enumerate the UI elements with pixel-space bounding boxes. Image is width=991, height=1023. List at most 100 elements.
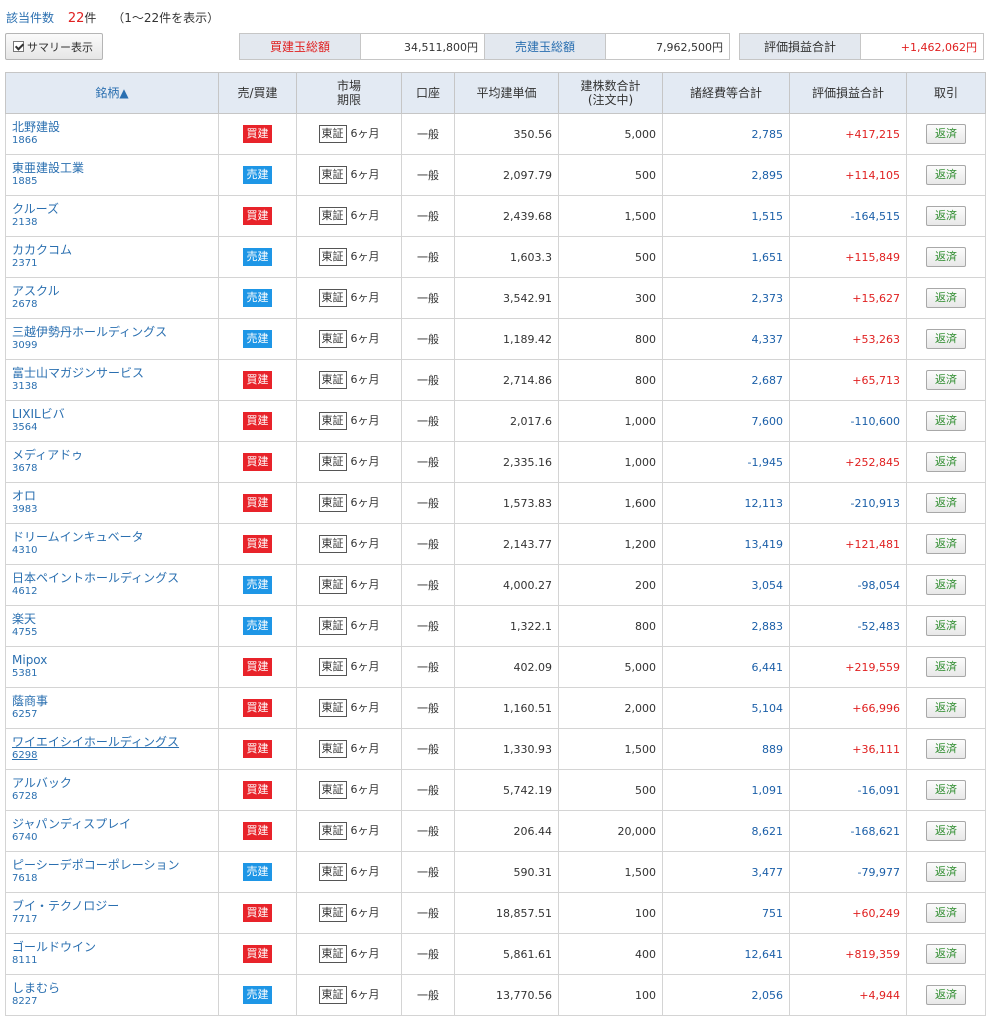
symbol-name-link[interactable]: アルバック [12, 777, 218, 790]
summary-toggle-button[interactable]: サマリー表示 [5, 33, 103, 60]
pl-cell: +4,944 [789, 974, 907, 1016]
symbol-code-link[interactable]: 4310 [12, 544, 218, 557]
symbol-code-link[interactable]: 1885 [12, 175, 218, 188]
close-position-button[interactable]: 返済 [926, 493, 966, 513]
close-position-button[interactable]: 返済 [926, 862, 966, 882]
close-position-button[interactable]: 返済 [926, 616, 966, 636]
close-position-button[interactable]: 返済 [926, 944, 966, 964]
avg-price-cell: 1,322.1 [454, 605, 559, 647]
symbol-name-link[interactable]: LIXILビバ [12, 408, 218, 421]
market-cell: 東証 6ヶ月 [296, 236, 402, 278]
symbol-name-link[interactable]: 三越伊勢丹ホールディングス [12, 326, 218, 339]
symbol-name-link[interactable]: アスクル [12, 285, 218, 298]
close-position-button[interactable]: 返済 [926, 739, 966, 759]
close-position-button[interactable]: 返済 [926, 370, 966, 390]
symbol-name-link[interactable]: 蔭商事 [12, 695, 218, 708]
market-cell: 東証 6ヶ月 [296, 359, 402, 401]
side-badge: 買建 [243, 781, 272, 799]
symbol-code-link[interactable]: 6257 [12, 708, 218, 721]
avg-price-cell: 2,439.68 [454, 195, 559, 237]
pl-cell: -52,483 [789, 605, 907, 647]
symbol-code-link[interactable]: 4612 [12, 585, 218, 598]
qty-cell: 500 [558, 236, 663, 278]
table-row: ワイエイシイホールディングス 6298 買建 東証 6ヶ月 一般 1,330.93 1,500… [5, 728, 986, 770]
trade-cell: 返済 [906, 851, 986, 893]
close-position-button[interactable]: 返済 [926, 411, 966, 431]
close-position-button[interactable]: 返済 [926, 452, 966, 472]
market-cell: 東証 6ヶ月 [296, 851, 402, 893]
symbol-code-link[interactable]: 5381 [12, 667, 218, 680]
avg-price-cell: 1,573.83 [454, 482, 559, 524]
symbol-code-link[interactable]: 2371 [12, 257, 218, 270]
symbol-name-link[interactable]: 楽天 [12, 613, 218, 626]
symbol-name-link[interactable]: ゴールドウイン [12, 941, 218, 954]
symbol-name-link[interactable]: ジャパンディスプレイ [12, 818, 218, 831]
close-position-button[interactable]: 返済 [926, 821, 966, 841]
close-position-button[interactable]: 返済 [926, 124, 966, 144]
symbol-name-link[interactable]: 日本ペイントホールディングス [12, 572, 218, 585]
table-row: 楽天 4755 売建 東証 6ヶ月 一般 1,322.1 800 2,883 -52,483 返済 [5, 605, 986, 647]
positions-table: 銘柄▲ 売/買建 市場 期限 口座 平均建単価 建株数合計 (注文中) 諸経費等合計… [5, 72, 986, 1016]
symbol-name-link[interactable]: ブイ・テクノロジー [12, 900, 218, 913]
symbol-name-link[interactable]: Mipox [12, 654, 218, 667]
symbol-code-link[interactable]: 7717 [12, 913, 218, 926]
symbol-name-link[interactable]: ピーシーデポコーポレーション [12, 859, 218, 872]
symbol-code-link[interactable]: 8227 [12, 995, 218, 1008]
symbol-code-link[interactable]: 3564 [12, 421, 218, 434]
market-cell: 東証 6ヶ月 [296, 277, 402, 319]
col-symbol-sort[interactable]: 銘柄▲ [5, 72, 219, 114]
symbol-name-link[interactable]: しまむら [12, 982, 218, 995]
term-text: 6ヶ月 [350, 947, 380, 960]
close-position-button[interactable]: 返済 [926, 985, 966, 1005]
symbol-name-link[interactable]: メディアドゥ [12, 449, 218, 462]
symbol-code-link[interactable]: 3678 [12, 462, 218, 475]
qty-cell: 300 [558, 277, 663, 319]
symbol-name-link[interactable]: 北野建設 [12, 121, 218, 134]
symbol-code-link[interactable]: 3138 [12, 380, 218, 393]
symbol-code-link[interactable]: 3099 [12, 339, 218, 352]
close-position-button[interactable]: 返済 [926, 534, 966, 554]
account-cell: 一般 [401, 441, 455, 483]
trade-cell: 返済 [906, 974, 986, 1016]
side-badge: 売建 [243, 248, 272, 266]
close-position-button[interactable]: 返済 [926, 780, 966, 800]
symbol-code-link[interactable]: 2138 [12, 216, 218, 229]
close-position-button[interactable]: 返済 [926, 903, 966, 923]
fees-cell: 7,600 [662, 400, 790, 442]
close-position-button[interactable]: 返済 [926, 698, 966, 718]
symbol-code-link[interactable]: 4755 [12, 626, 218, 639]
symbol-code-link[interactable]: 3983 [12, 503, 218, 516]
symbol-code-link[interactable]: 7618 [12, 872, 218, 885]
market-badge: 東証 [318, 904, 347, 922]
trade-cell: 返済 [906, 687, 986, 729]
symbol-name-link[interactable]: カカクコム [12, 244, 218, 257]
qty-cell: 800 [558, 318, 663, 360]
symbol-code-link[interactable]: 6740 [12, 831, 218, 844]
symbol-name-link[interactable]: 東亜建設工業 [12, 162, 218, 175]
symbol-name-link[interactable]: クルーズ [12, 203, 218, 216]
checkbox-icon[interactable] [13, 41, 24, 52]
symbol-code-link[interactable]: 6728 [12, 790, 218, 803]
close-position-button[interactable]: 返済 [926, 165, 966, 185]
close-position-button[interactable]: 返済 [926, 329, 966, 349]
close-position-button[interactable]: 返済 [926, 247, 966, 267]
symbol-code-link[interactable]: 6298 [12, 749, 218, 762]
symbol-name-link[interactable]: ドリームインキュベータ [12, 531, 218, 544]
symbol-name-link[interactable]: 富士山マガジンサービス [12, 367, 218, 380]
symbol-cell: カカクコム 2371 [5, 236, 219, 278]
close-position-button[interactable]: 返済 [926, 206, 966, 226]
symbol-code-link[interactable]: 8111 [12, 954, 218, 967]
trade-cell: 返済 [906, 728, 986, 770]
table-row: Mipox 5381 買建 東証 6ヶ月 一般 402.09 5,000 6,441 +219,5… [5, 646, 986, 688]
symbol-code-link[interactable]: 2678 [12, 298, 218, 311]
table-row: 北野建設 1866 買建 東証 6ヶ月 一般 350.56 5,000 2,785 +417,21… [5, 113, 986, 155]
symbol-name-link[interactable]: オロ [12, 490, 218, 503]
close-position-button[interactable]: 返済 [926, 657, 966, 677]
col-market: 市場 期限 [296, 72, 402, 114]
close-position-button[interactable]: 返済 [926, 288, 966, 308]
avg-price-cell: 13,770.56 [454, 974, 559, 1016]
close-position-button[interactable]: 返済 [926, 575, 966, 595]
symbol-code-link[interactable]: 1866 [12, 134, 218, 147]
symbol-name-link[interactable]: ワイエイシイホールディングス [12, 736, 218, 749]
side-badge: 買建 [243, 125, 272, 143]
